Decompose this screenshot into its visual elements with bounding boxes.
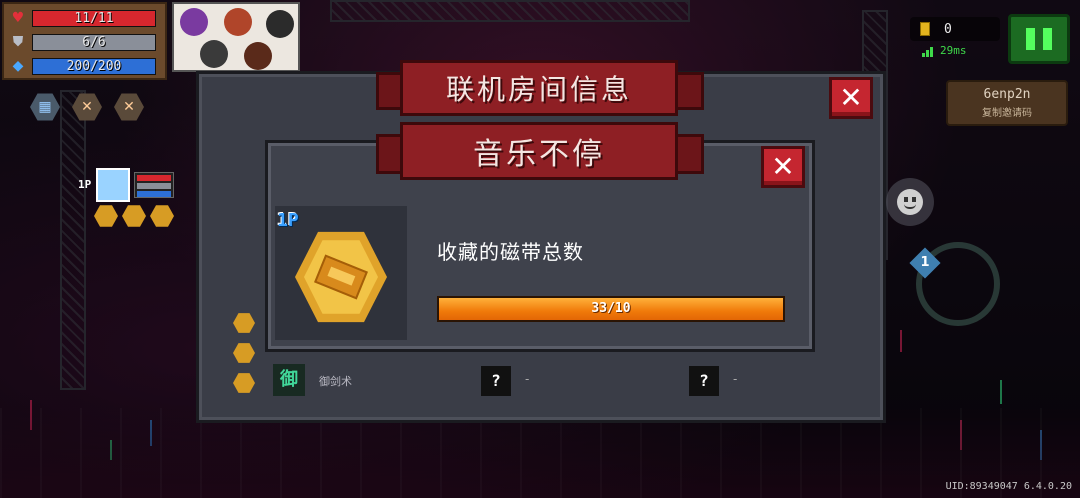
- energy-bar: 200/200: [32, 57, 156, 75]
- health-row: ♥ 11/11: [8, 7, 161, 29]
- energy-text: 200/200: [66, 58, 122, 74]
- player-stats-panel: ♥ 11/11 ⛊ 6/6 ◆ 200/200: [2, 2, 167, 80]
- armor-text: 6/6: [82, 34, 106, 50]
- skill-icon[interactable]: 御: [273, 364, 305, 396]
- weapon-slot-badge: 1: [909, 247, 941, 279]
- ping-indicator: 29ms: [922, 44, 967, 57]
- energy-row: ◆ 200/200: [8, 55, 161, 77]
- achievement-content: 1P 收藏的磁带总数 33/10: [265, 140, 815, 352]
- armor-row: ⛊ 6/6: [8, 31, 161, 53]
- room-info-close-button[interactable]: ✕: [829, 77, 873, 119]
- copy-invite-code-button[interactable]: 6enp2n 复制邀请码: [946, 80, 1068, 126]
- invite-code: 6enp2n: [983, 87, 1031, 102]
- buff-icon: [233, 313, 255, 333]
- avatar: [244, 42, 272, 70]
- unknown-item-icon[interactable]: ?: [481, 366, 511, 396]
- emote-button[interactable]: [886, 178, 934, 226]
- shield-icon: ⛊: [12, 34, 24, 50]
- heart-icon: ♥: [11, 10, 25, 26]
- player-tag: 1P: [78, 178, 92, 191]
- achievement-progress-bar: 33/10: [437, 296, 785, 322]
- smiley-icon: [897, 189, 923, 215]
- close-icon: ✕: [839, 81, 863, 114]
- room-info-title: 联机房间信息: [400, 60, 678, 116]
- avatar: [96, 168, 130, 202]
- pause-button[interactable]: [1008, 14, 1070, 64]
- ribbon-tail: [674, 72, 704, 110]
- ping-text: 29ms: [940, 44, 967, 57]
- cassette-tape-icon: [314, 254, 368, 300]
- health-bar: 11/11: [32, 9, 156, 27]
- skill-name: 御剑术: [319, 375, 352, 388]
- uid-version-text: UID:89349047 6.4.0.20: [945, 481, 1072, 492]
- player-card: 1P: [78, 168, 176, 202]
- achievement-title: 收藏的磁带总数: [437, 240, 584, 264]
- buff-icon: [233, 343, 255, 363]
- player-mini-bars: [134, 172, 174, 198]
- pause-icon: [1026, 28, 1035, 50]
- unknown-item-label: -: [733, 372, 738, 386]
- invite-label: 复制邀请码: [982, 108, 1032, 119]
- avatar: [200, 40, 228, 68]
- coin-icon: [920, 22, 930, 36]
- energy-gem-icon: ◆: [12, 58, 24, 74]
- player-tag: 1P: [277, 210, 299, 231]
- teammate-portraits: [172, 2, 300, 72]
- avatar: [224, 8, 252, 36]
- pause-icon: [1043, 28, 1052, 50]
- unknown-item-label: -: [525, 372, 530, 386]
- coin-value: 0: [944, 21, 952, 37]
- armor-bar: 6/6: [32, 33, 156, 51]
- signal-icon: [922, 47, 934, 57]
- avatar: [180, 8, 208, 36]
- health-text: 11/11: [74, 10, 114, 26]
- buff-icon: [233, 373, 255, 393]
- coin-counter: 0: [910, 17, 1000, 41]
- progress-text: 33/10: [591, 301, 631, 316]
- unknown-item-icon[interactable]: ?: [689, 366, 719, 396]
- avatar: [266, 10, 294, 38]
